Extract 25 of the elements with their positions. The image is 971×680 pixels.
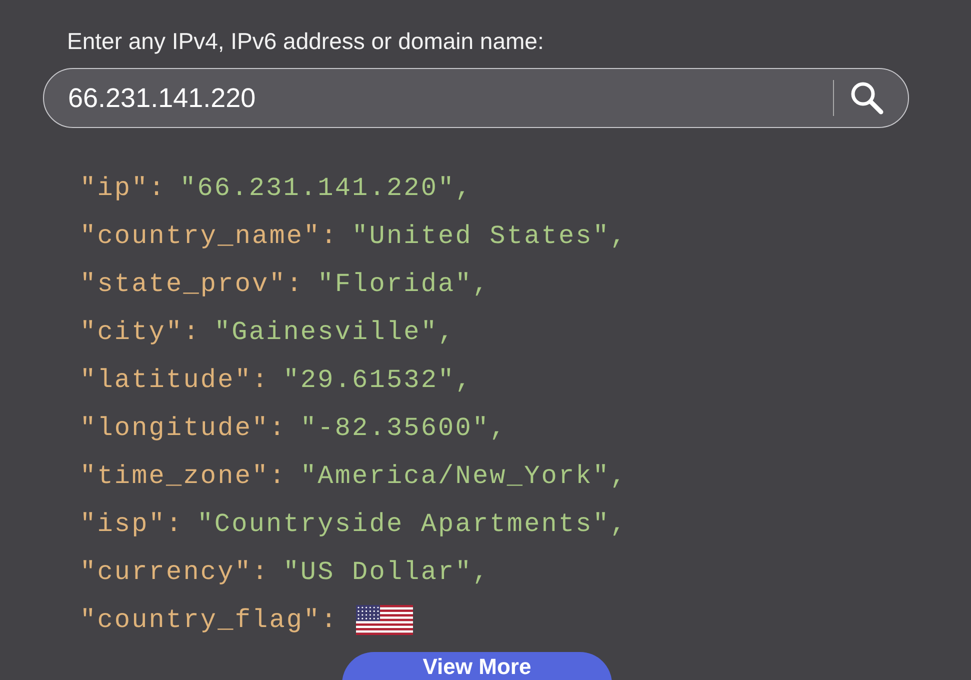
search-icon[interactable]	[850, 81, 884, 115]
json-value: "66.231.141.220",	[180, 173, 472, 203]
json-value: "-82.35600",	[300, 413, 507, 443]
json-key: "latitude":	[80, 365, 270, 395]
json-key: "city":	[80, 317, 200, 347]
json-key: "time_zone":	[80, 461, 286, 491]
search-field[interactable]: 66.231.141.220	[68, 82, 833, 114]
json-key: "country_flag":	[80, 605, 338, 635]
json-key: "country_name":	[80, 221, 338, 251]
search-bar[interactable]: 66.231.141.220	[43, 68, 909, 128]
json-key: "ip":	[80, 173, 166, 203]
json-value: "Countryside Apartments",	[197, 509, 628, 539]
json-value: "Gainesville",	[214, 317, 456, 347]
flag-icon	[356, 605, 414, 635]
json-key: "longitude":	[80, 413, 286, 443]
json-key: "state_prov":	[80, 269, 304, 299]
json-value: "29.61532",	[283, 365, 472, 395]
json-key: "isp":	[80, 509, 184, 539]
json-value: "United States",	[352, 221, 628, 251]
json-value: "US Dollar",	[283, 557, 490, 587]
json-value: "America/New_York",	[300, 461, 628, 491]
json-value: "Florida",	[318, 269, 490, 299]
json-key: "currency":	[80, 557, 270, 587]
view-more-button[interactable]: View More	[342, 652, 612, 680]
search-label: Enter any IPv4, IPv6 address or domain name:	[66, 28, 545, 56]
